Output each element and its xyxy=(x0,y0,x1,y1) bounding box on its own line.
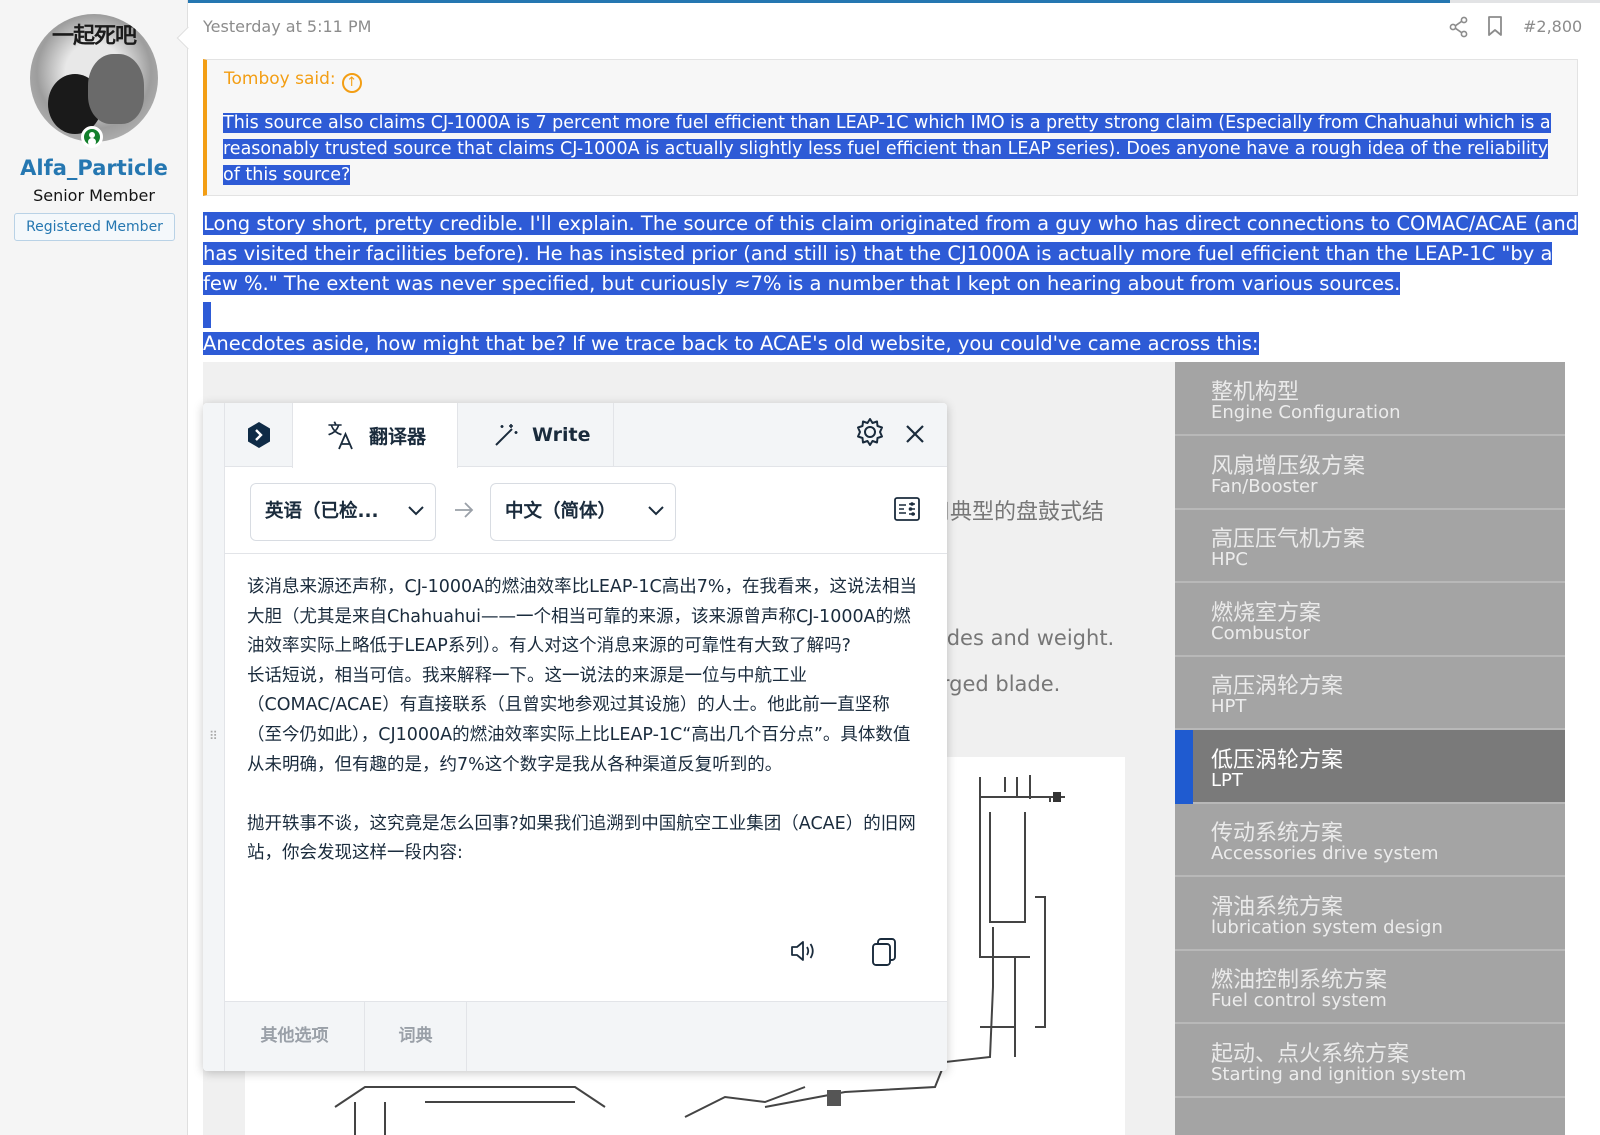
close-icon[interactable] xyxy=(903,422,927,446)
chevron-down-icon xyxy=(648,506,664,516)
more-options-button[interactable]: 其他选项 xyxy=(225,1002,365,1071)
avatar-caption: 一起死吧 xyxy=(51,23,137,49)
post-body: Long story short, pretty credible. I'll … xyxy=(203,209,1593,359)
tab-write-label: Write xyxy=(532,424,591,446)
speaker-icon[interactable] xyxy=(788,936,818,966)
magic-wand-icon xyxy=(495,424,518,446)
menu-item-lpt[interactable]: 低压涡轮方案 LPT xyxy=(1175,730,1565,804)
post-paragraph-2: Anecdotes aside, how might that be? If w… xyxy=(203,332,1259,355)
menu-item-fan-booster[interactable]: 风扇增压级方案 Fan/Booster xyxy=(1175,436,1565,510)
menu-item-label-en: Engine Configuration xyxy=(1211,402,1401,423)
user-title: Senior Member xyxy=(33,186,155,205)
target-language-select[interactable]: 中文（简体） xyxy=(490,483,676,541)
avatar-otter-shape xyxy=(88,54,144,124)
chevron-down-icon xyxy=(408,506,424,516)
translator-logo-icon[interactable] xyxy=(225,403,293,467)
menu-item-accessories-drive-system[interactable]: 传动系统方案 Accessories drive system xyxy=(1175,803,1565,877)
online-status-icon xyxy=(81,126,103,148)
image-text-fragment-en1: lades and weight. xyxy=(928,626,1115,650)
menu-item-label-en: HPT xyxy=(1211,696,1247,717)
settings-gear-icon[interactable] xyxy=(854,416,886,448)
translate-icon: 文 xyxy=(328,421,353,449)
menu-item-label-en: Fuel control system xyxy=(1211,990,1387,1011)
translator-bottom-bar: 其他选项 词典 xyxy=(225,1001,947,1071)
language-bar: 英语（已检... 中文（简体） xyxy=(225,467,947,554)
menu-item-label-en: HPC xyxy=(1211,549,1248,570)
menu-item-label-en: Starting and ignition system xyxy=(1211,1064,1467,1085)
quote-author[interactable]: Tomboy said: xyxy=(224,69,336,89)
username-link[interactable]: Alfa_Particle xyxy=(0,156,188,180)
selected-blank-line xyxy=(203,299,1593,329)
user-banner: Registered Member xyxy=(14,213,175,241)
drag-handle-icon[interactable]: ⠿ xyxy=(209,729,218,743)
quote-block: Tomboy said: ↑ This source also claims CJ… xyxy=(203,59,1578,196)
menu-item-engine-configuration[interactable]: 整机构型 Engine Configuration xyxy=(1175,362,1565,436)
svg-text:文: 文 xyxy=(328,421,343,438)
source-language-label: 英语（已检... xyxy=(265,501,379,522)
copy-icon[interactable] xyxy=(869,936,899,968)
tab-translator[interactable]: 文 翻译器 xyxy=(292,403,458,468)
bookmark-icon[interactable] xyxy=(1486,15,1504,37)
post-date-link[interactable]: Yesterday at 5:11 PM xyxy=(203,17,371,36)
tab-write[interactable]: Write xyxy=(458,403,614,467)
image-text-fragment-zh: 用典型的盘鼓式结 xyxy=(928,500,1105,525)
message-cell-arrow xyxy=(176,26,200,50)
quote-selected-text: This source also claims CJ-1000A is 7 pe… xyxy=(223,113,1551,185)
glossary-icon[interactable] xyxy=(893,495,921,523)
menu-item-hpt[interactable]: 高压涡轮方案 HPT xyxy=(1175,656,1565,730)
menu-item-hpc[interactable]: 高压压气机方案 HPC xyxy=(1175,509,1565,583)
arrow-right-icon xyxy=(455,502,474,518)
post-paragraph-1: Long story short, pretty credible. I'll … xyxy=(203,212,1579,295)
quote-header[interactable]: Tomboy said: ↑ xyxy=(224,69,362,93)
tab-translator-label: 翻译器 xyxy=(369,426,427,448)
jump-to-quote-icon[interactable]: ↑ xyxy=(341,73,362,93)
dictionary-button[interactable]: 词典 xyxy=(365,1002,467,1071)
acae-nav-menu: 整机构型 Engine Configuration 风扇增压级方案 Fan/Boost… xyxy=(1175,362,1565,1135)
page-top-accent xyxy=(180,0,1450,3)
menu-item-label-en: lubrication system design xyxy=(1211,917,1443,938)
message-user-sidebar: 一起死吧 Alfa_Particle Senior Member Registe… xyxy=(0,0,200,1135)
menu-item-label-en: Combustor xyxy=(1211,623,1310,644)
target-language-label: 中文（简体） xyxy=(505,501,617,522)
menu-item-combustor[interactable]: 燃烧室方案 Combustor xyxy=(1175,583,1565,657)
image-text-fragment-en2: orged blade. xyxy=(928,672,1061,696)
translation-output[interactable]: 该消息来源还声称，CJ-1000A的燃油效率比LEAP-1C高出7%，在我看来，… xyxy=(247,573,917,869)
menu-item-label-en: Fan/Booster xyxy=(1211,476,1318,497)
translator-popup: ⠿ 文 翻译器 Write 英语（已检... 中文（简体） 该消息来源还声称，C… xyxy=(203,403,947,1071)
quote-text: This source also claims CJ-1000A is 7 pe… xyxy=(223,110,1553,188)
menu-item-lubrication-system-design[interactable]: 滑油系统方案 lubrication system design xyxy=(1175,877,1565,951)
menu-item-starting-and-ignition-system[interactable]: 起动、点火系统方案 Starting and ignition system xyxy=(1175,1024,1565,1098)
source-language-select[interactable]: 英语（已检... xyxy=(250,483,436,541)
share-icon[interactable] xyxy=(1448,16,1470,38)
post-number-link[interactable]: #2,800 xyxy=(1523,17,1582,36)
menu-item-fuel-control-system[interactable]: 燃油控制系统方案 Fuel control system xyxy=(1175,950,1565,1024)
menu-item-label-en: LPT xyxy=(1211,770,1243,791)
page-top-border xyxy=(0,0,1600,3)
menu-item-label-en: Accessories drive system xyxy=(1211,843,1439,864)
avatar[interactable]: 一起死吧 xyxy=(30,14,158,142)
